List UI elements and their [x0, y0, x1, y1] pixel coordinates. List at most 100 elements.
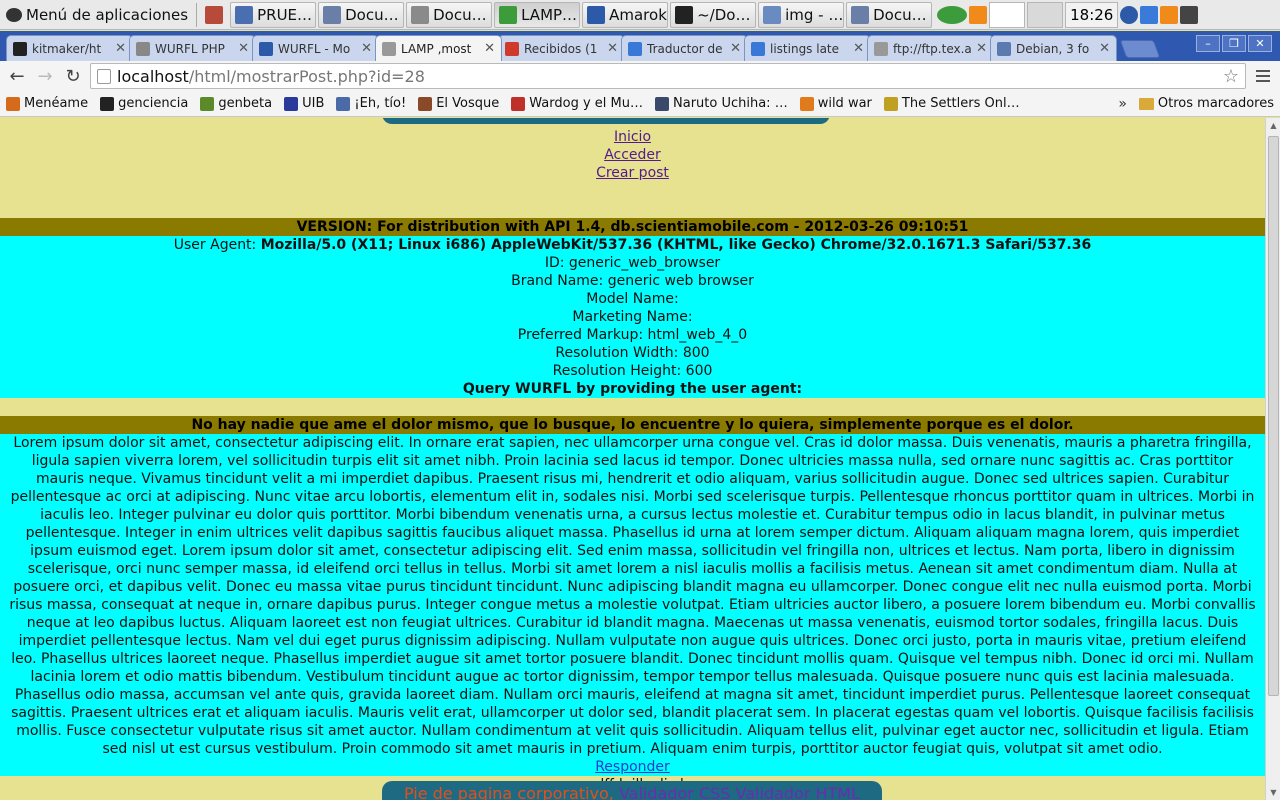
browser-tab[interactable]: kitmaker/ht ✕: [6, 35, 133, 61]
bookmarks-overflow-button[interactable]: »: [1118, 96, 1127, 112]
taskbar-button[interactable]: Amarok: [582, 1, 669, 28]
close-window-button[interactable]: ✕: [1248, 35, 1272, 52]
minimize-button[interactable]: –: [1196, 35, 1220, 52]
bookmark-item[interactable]: genciencia: [100, 96, 188, 111]
dropbox-icon[interactable]: [1140, 5, 1159, 24]
bookmark-favicon: [511, 96, 526, 111]
taskbar-label: img - …: [785, 5, 844, 24]
wurfl-info-panel: VERSION: For distribution with API 1.4, …: [0, 218, 1265, 398]
maximize-button[interactable]: ❐: [1222, 35, 1246, 52]
tab-favicon: [997, 41, 1011, 56]
taskbar-button[interactable]: Docu…: [318, 1, 405, 28]
user-agent-value: Mozilla/5.0 (X11; Linux i686) AppleWebKi…: [260, 237, 1092, 253]
url-path: /html/mostrarPost.php?id=28: [188, 66, 425, 86]
html-validator-link[interactable]: Validador HTML: [736, 784, 861, 800]
tab-label: Recibidos (1: [524, 41, 598, 56]
bookmark-item[interactable]: ¡Eh, tío!: [336, 96, 406, 111]
tab-close-icon[interactable]: ✕: [607, 41, 618, 56]
bookmark-label: ¡Eh, tío!: [354, 96, 407, 111]
tab-strip: kitmaker/ht ✕ WURFL PHP ✕ WURFL - Mo ✕ LAMP ,m…: [0, 31, 1280, 61]
vlc-icon[interactable]: [1160, 5, 1179, 24]
resolution-width: Resolution Width: 800: [555, 345, 710, 361]
network-icon[interactable]: [1120, 5, 1139, 24]
page-viewport: Inicio Acceder Crear post VERSION: For d…: [0, 118, 1265, 800]
window-icon: [499, 5, 518, 24]
bookmark-item[interactable]: Naruto Uchiha: …: [655, 96, 788, 111]
bookmark-item[interactable]: Wardog y el Mu…: [511, 96, 643, 111]
taskbar-button[interactable]: Docu…: [406, 1, 493, 28]
tab-close-icon[interactable]: ✕: [484, 41, 495, 56]
browser-tab[interactable]: Debian, 3 fo ✕: [990, 35, 1117, 61]
taskbar-label: Amarok: [609, 5, 667, 24]
tab-favicon: [259, 41, 273, 56]
vlc-tray-icon[interactable]: [969, 5, 988, 24]
taskbar-button[interactable]: ~/Do…: [670, 1, 757, 28]
taskbar-button[interactable]: LAMP…: [494, 1, 581, 28]
nav-crear-post-link[interactable]: Crear post: [0, 164, 1265, 182]
browser-tab[interactable]: WURFL - Mo ✕: [252, 35, 379, 61]
tab-list: kitmaker/ht ✕ WURFL PHP ✕ WURFL - Mo ✕ LAMP ,m…: [6, 35, 1117, 61]
other-bookmarks-label: Otros marcadores: [1157, 96, 1274, 111]
page-scrollbar[interactable]: ▲ ▼: [1265, 118, 1280, 800]
app-menu-button[interactable]: Menú de aplicaciones: [0, 0, 194, 29]
post-body: Lorem ipsum dolor sit amet, consectetur …: [9, 435, 1256, 757]
forward-button[interactable]: →: [34, 65, 56, 87]
page-header-bar: [382, 118, 830, 124]
taskbar-button[interactable]: Docu…: [846, 1, 933, 28]
tab-close-icon[interactable]: ✕: [238, 41, 249, 56]
browser-tab[interactable]: ftp://ftp.tex.a ✕: [867, 35, 994, 61]
show-desktop-icon[interactable]: [205, 5, 224, 24]
tab-label: kitmaker/ht: [32, 41, 102, 56]
scroll-thumb[interactable]: [1268, 136, 1279, 696]
taskbar-button[interactable]: PRUE…: [230, 1, 317, 28]
new-tab-button[interactable]: [1119, 40, 1161, 58]
window-icon: [763, 5, 782, 24]
user-agent-label: User Agent:: [173, 237, 261, 253]
bookmark-label: genbeta: [218, 96, 273, 111]
back-button[interactable]: ←: [6, 65, 28, 87]
chrome-tray-icon[interactable]: [937, 5, 968, 24]
tab-close-icon[interactable]: ✕: [115, 41, 126, 56]
tab-close-icon[interactable]: ✕: [853, 41, 864, 56]
workspace-2[interactable]: [1027, 1, 1064, 28]
bookmark-item[interactable]: Menéame: [6, 96, 88, 111]
workspace-1[interactable]: [989, 1, 1026, 28]
bookmark-item[interactable]: genbeta: [200, 96, 272, 111]
reply-link[interactable]: Responder: [6, 758, 1259, 776]
tab-label: ftp://ftp.tex.a: [893, 41, 972, 56]
browser-tab[interactable]: Recibidos (1 ✕: [498, 35, 625, 61]
browser-tab[interactable]: LAMP ,most ✕: [375, 35, 502, 61]
tab-close-icon[interactable]: ✕: [730, 41, 741, 56]
browser-tab[interactable]: Traductor de ✕: [621, 35, 748, 61]
resolution-height: Resolution Height: 600: [552, 363, 713, 379]
scroll-down-arrow[interactable]: ▼: [1266, 785, 1280, 800]
other-bookmarks-folder[interactable]: Otros marcadores: [1138, 96, 1274, 111]
tab-close-icon[interactable]: ✕: [976, 41, 987, 56]
chrome-menu-button[interactable]: [1252, 65, 1274, 87]
reload-button[interactable]: ↻: [62, 65, 84, 87]
window-icon: [235, 5, 254, 24]
tab-close-icon[interactable]: ✕: [361, 41, 372, 56]
scroll-up-arrow[interactable]: ▲: [1266, 118, 1280, 133]
bookmark-star-icon[interactable]: ☆: [1223, 66, 1239, 87]
bookmark-item[interactable]: wild war: [799, 96, 872, 111]
address-bar[interactable]: localhost/html/mostrarPost.php?id=28 ☆: [90, 63, 1246, 89]
window-icon: [675, 5, 694, 24]
taskbar-label: Docu…: [433, 5, 487, 24]
browser-tab[interactable]: WURFL PHP ✕: [129, 35, 256, 61]
power-icon[interactable]: [1180, 5, 1199, 24]
taskbar-label: ~/Do…: [697, 5, 751, 24]
browser-tab[interactable]: listings late ✕: [744, 35, 871, 61]
bookmark-item[interactable]: UIB: [284, 96, 324, 111]
css-validator-link[interactable]: Validador CSS: [619, 784, 730, 800]
taskbar-button[interactable]: img - …: [758, 1, 845, 28]
bookmark-label: Menéame: [24, 96, 89, 111]
nav-inicio-link[interactable]: Inicio: [0, 128, 1265, 146]
url-host: localhost: [117, 66, 189, 86]
bookmark-item[interactable]: The Settlers Onl…: [883, 96, 1020, 111]
tab-favicon: [751, 41, 765, 56]
tab-close-icon[interactable]: ✕: [1099, 41, 1110, 56]
clock[interactable]: 18:26: [1065, 1, 1119, 28]
bookmark-item[interactable]: El Vosque: [418, 96, 499, 111]
nav-acceder-link[interactable]: Acceder: [0, 146, 1265, 164]
